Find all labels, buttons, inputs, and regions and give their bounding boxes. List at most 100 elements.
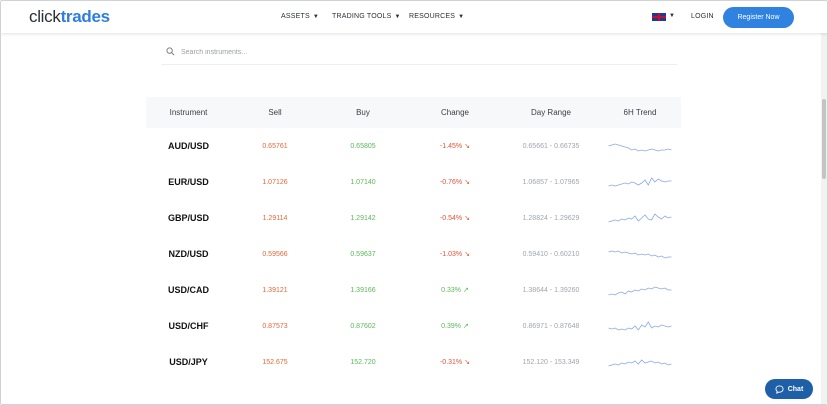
logo-accent: trades — [60, 7, 111, 26]
table-row[interactable]: USD/CAD 1.39121 1.39166 0.33% ↗ 1.38644 - 1.3… — [146, 272, 681, 308]
uk-flag-icon[interactable] — [652, 13, 666, 21]
sell-price[interactable]: 152.675 — [231, 359, 319, 366]
day-range: 152.120 - 153.349 — [522, 358, 580, 366]
change-percent: -0.76% — [439, 178, 463, 186]
column-header-instrument: Instrument — [169, 108, 208, 117]
column-header-sell: Sell — [268, 108, 282, 117]
day-range: 0.86971 - 0.87648 — [522, 322, 580, 330]
trend-cell — [599, 173, 681, 191]
change-cell: 0.33% ↗ — [407, 286, 503, 295]
trend-cell — [599, 317, 681, 335]
sell-price[interactable]: 1.07126 — [231, 179, 319, 186]
buy-price[interactable]: 0.65805 — [319, 143, 407, 150]
change-percent: -1.45% — [439, 142, 463, 150]
trend-line — [608, 286, 672, 296]
table-row[interactable]: AUD/USD 0.65761 0.65805 -1.45% ↘ 0.65661 - 0.… — [146, 128, 681, 164]
sell-price[interactable]: 0.65761 — [231, 143, 319, 150]
instrument-name[interactable]: USD/JPY — [146, 357, 231, 367]
table-body: AUD/USD 0.65761 0.65805 -1.45% ↘ 0.65661 - 0.… — [146, 128, 681, 380]
nav-trading-tools-label: TRADING TOOLS — [332, 13, 392, 20]
logo-prefix: click — [29, 7, 61, 26]
change-value: 0.39% ↗ — [441, 322, 469, 331]
column-header-day-range: Day Range — [530, 108, 572, 117]
caret-down-icon: ▼ — [312, 13, 319, 20]
nav-assets[interactable]: ASSETS ▼ — [281, 13, 319, 20]
change-value: -0.54% ↘ — [440, 214, 470, 223]
table-header: Instrument Sell Buy Change Day Range 6H … — [146, 97, 681, 128]
trend-line — [608, 213, 672, 223]
caret-down-icon: ▼ — [394, 13, 401, 20]
nav-resources-label: RESOURCES — [409, 13, 456, 20]
buy-price[interactable]: 0.87602 — [319, 323, 407, 330]
day-range: 1.28824 - 1.29629 — [522, 214, 580, 222]
sell-price[interactable]: 0.87573 — [231, 323, 319, 330]
change-percent: -1.03% — [439, 250, 463, 258]
column-header-6h-trend: 6H Trend — [623, 108, 657, 117]
instrument-name[interactable]: AUD/USD — [146, 141, 231, 151]
table-row[interactable]: USD/JPY 152.675 152.720 -0.31% ↘ 152.120 - 15… — [146, 344, 681, 380]
change-cell: -1.45% ↘ — [407, 142, 503, 151]
arrow-up-right-icon: ↗ — [462, 323, 469, 330]
trend-line — [608, 143, 672, 152]
trend-sparkline — [608, 286, 672, 296]
trend-sparkline — [608, 321, 672, 331]
table-row[interactable]: NZD/USD 0.59566 0.59637 -1.03% ↘ 0.59410 - 0.… — [146, 236, 681, 272]
day-range: 1.38644 - 1.39260 — [522, 286, 580, 294]
clicktrades-logo[interactable]: clicktrades — [29, 7, 110, 27]
day-range: 1.06857 - 1.07965 — [522, 178, 580, 186]
arrow-up-right-icon: ↗ — [462, 287, 469, 294]
table-row[interactable]: EUR/USD 1.07126 1.07140 -0.76% ↘ 1.06857 - 1.… — [146, 164, 681, 200]
page-scrollbar[interactable] — [821, 33, 827, 404]
change-value: 0.33% ↗ — [441, 286, 469, 295]
caret-down-icon[interactable]: ▼ — [669, 13, 675, 19]
change-value: -0.76% ↘ — [439, 178, 470, 187]
instrument-name[interactable]: NZD/USD — [146, 249, 231, 259]
search-input[interactable] — [181, 45, 661, 59]
change-value: -1.03% ↘ — [439, 250, 470, 259]
trend-sparkline — [608, 250, 672, 259]
nav-trading-tools[interactable]: TRADING TOOLS ▼ — [332, 13, 401, 20]
instrument-name[interactable]: USD/CHF — [146, 321, 231, 331]
change-cell: -0.76% ↘ — [407, 178, 503, 187]
table-row[interactable]: USD/CHF 0.87573 0.87602 0.39% ↗ 0.86971 - 0.8… — [146, 308, 681, 344]
chat-button[interactable]: Chat — [765, 379, 813, 399]
buy-price[interactable]: 1.29142 — [319, 215, 407, 222]
buy-price[interactable]: 1.39166 — [319, 287, 407, 294]
instrument-name[interactable]: USD/CAD — [146, 285, 231, 295]
change-percent: 0.33% — [441, 286, 461, 294]
buy-price[interactable]: 1.07140 — [319, 179, 407, 186]
change-cell: -0.31% ↘ — [407, 358, 503, 367]
buy-price[interactable]: 0.59637 — [319, 251, 407, 258]
change-cell: 0.39% ↗ — [407, 322, 503, 331]
trend-cell — [599, 137, 681, 155]
column-header-buy: Buy — [356, 108, 370, 117]
browser-frame: clicktrades ASSETS ▼ TRADING TOOLS ▼ RES… — [0, 0, 828, 405]
trend-line — [608, 321, 672, 331]
scrollbar-thumb[interactable] — [822, 99, 826, 179]
change-percent: 0.39% — [441, 322, 461, 330]
trend-cell — [599, 209, 681, 227]
column-header-change: Change — [440, 108, 470, 117]
trend-cell — [599, 245, 681, 263]
buy-price[interactable]: 152.720 — [319, 359, 407, 366]
search-icon — [166, 47, 175, 56]
sell-price[interactable]: 1.39121 — [231, 287, 319, 294]
change-value: -0.31% ↘ — [439, 358, 470, 367]
change-cell: -1.03% ↘ — [407, 250, 503, 259]
sell-price[interactable]: 0.59566 — [231, 251, 319, 258]
table-row[interactable]: GBP/USD 1.29114 1.29142 -0.54% ↘ 1.28824 - 1.… — [146, 200, 681, 236]
instrument-name[interactable]: GBP/USD — [146, 213, 231, 223]
instruments-table: Instrument Sell Buy Change Day Range 6H … — [146, 97, 681, 380]
change-value: -1.45% ↘ — [439, 142, 471, 151]
sell-price[interactable]: 1.29114 — [231, 215, 319, 222]
arrow-down-right-icon: ↘ — [464, 143, 471, 150]
trend-sparkline — [608, 213, 672, 223]
trend-cell — [599, 281, 681, 299]
register-now-button[interactable]: Register Now — [723, 7, 794, 28]
day-range: 0.65661 - 0.66735 — [522, 142, 580, 150]
instrument-name[interactable]: EUR/USD — [146, 177, 231, 187]
login-link[interactable]: LOGIN — [691, 13, 714, 20]
trend-sparkline — [608, 143, 672, 152]
nav-resources[interactable]: RESOURCES ▼ — [409, 13, 464, 20]
change-percent: -0.31% — [439, 358, 463, 366]
